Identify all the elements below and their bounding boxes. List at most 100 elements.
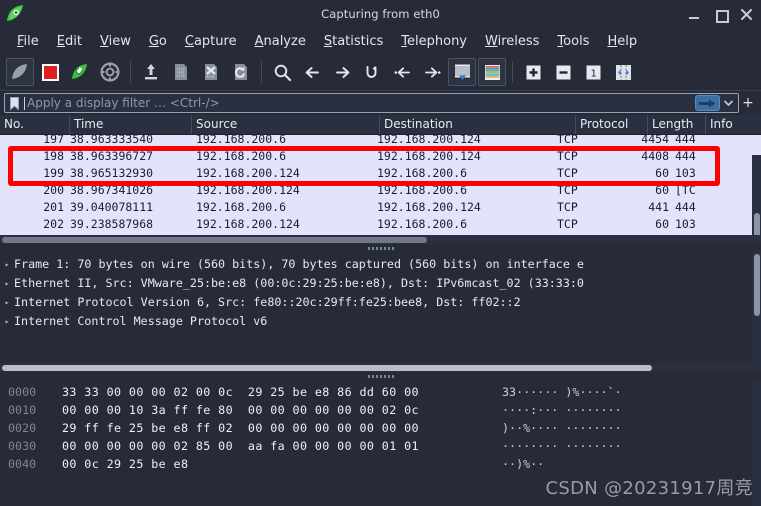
chevron-down-icon[interactable]	[722, 95, 735, 111]
chevron-right-icon[interactable]: ▸	[0, 255, 14, 274]
maximize-icon[interactable]	[714, 8, 729, 23]
restart-capture-button[interactable]	[66, 58, 94, 86]
find-packet-button[interactable]	[268, 58, 296, 86]
detail-horizontal-scrollbar[interactable]	[0, 363, 752, 372]
detail-row-ethernet[interactable]: ▸ Ethernet II, Src: VMware_25:be:e8 (00:…	[0, 274, 761, 293]
column-header-no[interactable]: No.	[0, 115, 70, 134]
table-row[interactable]: 202 39.238587968 192.168.200.124 192.168…	[0, 216, 761, 233]
close-file-button[interactable]: 0110	[197, 58, 225, 86]
column-header-protocol[interactable]: Protocol	[576, 115, 648, 134]
menu-item-view[interactable]: View	[91, 32, 140, 51]
bookmark-icon[interactable]	[6, 94, 22, 112]
wireshark-window: Capturing from eth0 File Edit View Go Ca…	[0, 0, 761, 506]
zoom-reset-button[interactable]: 1	[579, 58, 607, 86]
hex-offset: 0000	[8, 385, 37, 399]
menu-item-statistics[interactable]: Statistics	[315, 32, 392, 51]
start-capture-button[interactable]	[6, 58, 34, 86]
go-last-icon	[424, 66, 440, 78]
table-row[interactable]: 197 38.963333540 192.168.200.6 192.168.2…	[0, 135, 761, 148]
cell-length: 4454	[641, 135, 669, 146]
close-file-icon: 0110	[205, 64, 217, 80]
wireshark-shark-fin-logo	[5, 3, 27, 25]
cell-time: 39.238587968	[70, 217, 154, 231]
detail-row-icmpv6[interactable]: ▸ Internet Control Message Protocol v6	[0, 312, 761, 331]
chevron-right-icon[interactable]: ▸	[0, 312, 14, 331]
menu-item-go[interactable]: Go	[140, 32, 176, 51]
packet-list-vertical-scrollbar[interactable]	[752, 155, 761, 244]
go-forward-button[interactable]	[328, 58, 356, 86]
open-file-button[interactable]	[137, 58, 165, 86]
packet-list-horizontal-scrollbar[interactable]	[0, 235, 761, 244]
scrollbar-thumb[interactable]	[2, 365, 652, 371]
menu-item-telephony[interactable]: Telephony	[392, 32, 476, 51]
svg-text:0110: 0110	[237, 75, 245, 79]
chevron-right-icon[interactable]: ▸	[0, 293, 14, 312]
reload-file-button[interactable]: 0110	[227, 58, 255, 86]
table-row[interactable]: 201 39.040078111 192.168.200.6 192.168.2…	[0, 199, 761, 216]
scrollbar-thumb[interactable]	[754, 254, 760, 316]
table-row[interactable]: 200 38.967341026 192.168.200.124 192.168…	[0, 182, 761, 199]
menu-item-tools[interactable]: Tools	[548, 32, 598, 51]
go-back-button[interactable]	[298, 58, 326, 86]
goto-packet-icon	[366, 65, 376, 78]
hex-offset: 0020	[8, 421, 37, 435]
hex-row[interactable]: 0020 29 ff fe 25 be e8 ff 02 00 00 00 00…	[0, 419, 761, 437]
pane-splitter-top[interactable]	[0, 244, 761, 252]
detail-row-ipv6[interactable]: ▸ Internet Protocol Version 6, Src: fe80…	[0, 293, 761, 312]
hex-vertical-scrollbar[interactable]	[752, 380, 761, 506]
go-to-last-button[interactable]	[418, 58, 446, 86]
zoom-in-button[interactable]	[519, 58, 547, 86]
scrollbar-thumb[interactable]	[2, 237, 427, 243]
cell-destination: 192.168.200.124	[377, 200, 481, 214]
save-file-button[interactable]: 0110 1001 0110	[167, 58, 195, 86]
text-caret	[24, 96, 25, 110]
splitter-grip	[367, 246, 394, 250]
cell-length: 441	[648, 200, 669, 214]
chevron-right-icon[interactable]: ▸	[0, 274, 14, 293]
menu-item-capture[interactable]: Capture	[176, 32, 246, 51]
auto-scroll-button[interactable]	[448, 58, 476, 86]
pane-splitter-bottom[interactable]	[0, 372, 761, 380]
hex-row[interactable]: 0030 00 00 00 00 00 02 85 00 aa fa 00 00…	[0, 437, 761, 455]
packet-list-body[interactable]: 197 38.963333540 192.168.200.6 192.168.2…	[0, 135, 761, 244]
cell-protocol: TCP	[557, 135, 578, 146]
menu-item-analyze[interactable]: Analyze	[246, 32, 315, 51]
cell-destination: 192.168.200.6	[377, 183, 468, 197]
detail-row-text: Frame 1: 70 bytes on wire (560 bits), 70…	[14, 257, 584, 271]
menu-item-help[interactable]: Help	[598, 32, 646, 51]
colorize-icon	[484, 64, 500, 80]
column-header-length[interactable]: Length	[648, 115, 706, 134]
capture-options-button[interactable]	[96, 58, 124, 86]
hex-ascii: 33······ )%····`·	[502, 385, 622, 399]
table-row[interactable]: 198 38.963396727 192.168.200.6 192.168.2…	[0, 148, 761, 165]
colorize-button[interactable]	[478, 58, 506, 86]
stop-capture-button[interactable]	[36, 58, 64, 86]
apply-filter-button[interactable]	[695, 95, 720, 111]
menu-item-file[interactable]: File	[8, 32, 48, 51]
hex-row[interactable]: 0010 00 00 00 10 3a ff fe 80 00 00 00 00…	[0, 401, 761, 419]
packet-bytes-pane[interactable]: 0000 33 33 00 00 00 02 00 0c 29 25 be e8…	[0, 380, 761, 506]
packet-detail-pane[interactable]: ▸ Frame 1: 70 bytes on wire (560 bits), …	[0, 252, 761, 372]
detail-vertical-scrollbar[interactable]	[752, 252, 761, 372]
column-header-source[interactable]: Source	[192, 115, 380, 134]
hex-row[interactable]: 0040 00 0c 29 25 be e8 ··)%··	[0, 455, 761, 473]
zoom-out-button[interactable]	[549, 58, 577, 86]
cell-no: 202	[43, 217, 64, 231]
minimize-icon[interactable]	[688, 8, 701, 21]
column-header-destination[interactable]: Destination	[380, 115, 576, 134]
add-filter-button[interactable]: +	[739, 95, 757, 111]
detail-row-frame[interactable]: ▸ Frame 1: 70 bytes on wire (560 bits), …	[0, 255, 761, 274]
window-title: Capturing from eth0	[321, 7, 440, 21]
column-header-time[interactable]: Time	[70, 115, 192, 134]
go-to-first-button[interactable]	[388, 58, 416, 86]
hex-row[interactable]: 0000 33 33 00 00 00 02 00 0c 29 25 be e8…	[0, 383, 761, 401]
search-input[interactable]: Apply a display filter … <Ctrl-/>	[4, 93, 739, 113]
resize-columns-button[interactable]	[609, 58, 637, 86]
close-icon[interactable]	[740, 8, 753, 21]
go-to-packet-button[interactable]	[358, 58, 386, 86]
table-row[interactable]: 199 38.965132930 192.168.200.124 192.168…	[0, 165, 761, 182]
menu-item-wireless[interactable]: Wireless	[476, 32, 548, 51]
menu-item-edit[interactable]: Edit	[48, 32, 91, 51]
cell-no: 197	[43, 135, 64, 146]
column-header-info[interactable]: Info	[706, 115, 761, 134]
